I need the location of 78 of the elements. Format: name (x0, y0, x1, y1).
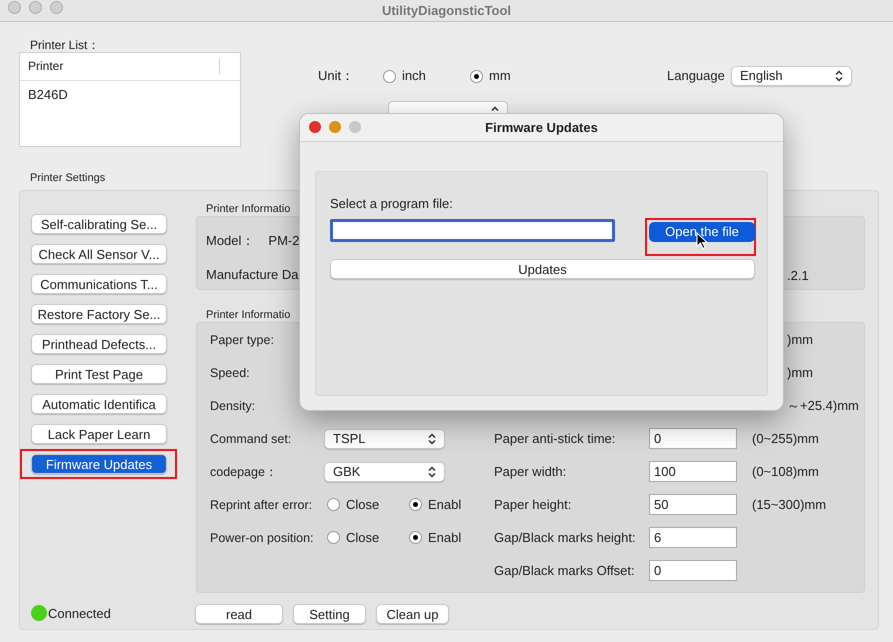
field-label: Language (667, 67, 726, 86)
field-label: Reprint after error: (210, 498, 312, 512)
field-label: Power-on position: (210, 530, 314, 545)
group-label: Printer Informatio (206, 202, 290, 216)
action-button[interactable]: Setting (293, 604, 366, 624)
field-label: Paper type: (210, 332, 274, 347)
window-title: Firmware Updates (485, 118, 598, 137)
field-label: Density: (210, 398, 256, 413)
field-label: Manufacture Da (206, 266, 298, 284)
range-hint: (15~300)mm (752, 496, 826, 512)
input-field[interactable]: 0 (649, 428, 737, 449)
input-field[interactable]: 100 (649, 461, 737, 482)
table-cell[interactable]: B246D (28, 85, 240, 104)
window-control[interactable] (309, 121, 321, 133)
input-field[interactable]: 50 (649, 494, 737, 515)
field-label: Gap/Black marks Offset: (494, 562, 635, 578)
open-file-button[interactable]: Open the file (649, 222, 755, 242)
input-field[interactable]: 6 (649, 527, 737, 548)
field-label: Unit： (318, 67, 356, 86)
input-field[interactable]: 0 (649, 560, 737, 581)
action-button[interactable]: Restore Factory Se... (31, 304, 167, 324)
window-control[interactable] (8, 1, 21, 14)
action-button[interactable]: Clean up (376, 604, 449, 624)
window-control[interactable] (329, 121, 341, 133)
range-hint: ～+25.4)mm (787, 398, 859, 413)
chevron-icon (428, 466, 436, 478)
field-label: Command set: (210, 432, 292, 446)
field-label: Paper height: (494, 496, 572, 512)
window-title: UtilityDiagonsticTool (382, 2, 512, 20)
section-label: Printer Settings (30, 174, 106, 182)
action-button[interactable]: Lack Paper Learn (31, 424, 167, 444)
range-hint: (0~108)mm (752, 464, 819, 479)
range-hint: )mm (787, 364, 813, 380)
chevron-icon (835, 70, 843, 82)
update-button[interactable]: Updates (330, 259, 755, 279)
field-label: Speed: (210, 366, 250, 380)
action-button[interactable]: Print Test Page (31, 364, 167, 384)
radio-button[interactable] (409, 531, 422, 544)
field-label: Gap/Black marks height: (494, 530, 636, 545)
option-label: Enabl (428, 496, 462, 514)
radio-button[interactable] (383, 70, 396, 82)
window-control[interactable] (50, 1, 63, 14)
input-field[interactable] (330, 218, 615, 242)
range-hint: )mm (787, 332, 813, 347)
dropdown[interactable]: GBK (324, 462, 445, 482)
field-label: codepage： (210, 464, 278, 479)
dropdown[interactable]: English (731, 66, 852, 86)
range-hint: (0~255)mm (752, 430, 819, 446)
chevron-icon (491, 106, 499, 111)
field-label: Paper anti-stick time: (494, 430, 616, 446)
action-button[interactable]: Printhead Defects... (31, 334, 167, 354)
action-button[interactable]: Communications T... (31, 274, 167, 294)
group-label: Printer Informatio (206, 308, 290, 322)
chevron-icon (428, 432, 436, 444)
column-header[interactable]: Printer (28, 59, 220, 74)
status-label: Connected (48, 604, 111, 622)
action-button[interactable]: read (195, 604, 283, 624)
window-control[interactable] (29, 1, 42, 14)
action-button[interactable]: Self-calibrating Se... (31, 214, 167, 234)
field-label: Select a program file: (330, 195, 454, 210)
field-value: .2.1 (787, 267, 809, 285)
section-label: Printer List： (30, 37, 100, 52)
option-label: inch (402, 67, 426, 86)
radio-button[interactable] (327, 531, 340, 544)
action-button[interactable]: Firmware Updates (31, 454, 167, 474)
option-label: Close (346, 528, 380, 547)
option-label: mm (489, 67, 511, 86)
field-value: PM-2 (268, 232, 300, 250)
action-button[interactable]: Check All Sensor V... (31, 244, 167, 264)
option-label: Close (346, 496, 380, 514)
radio-button[interactable] (327, 498, 340, 511)
action-button[interactable]: Automatic Identifica (31, 394, 167, 414)
option-label: Enabl (428, 528, 462, 547)
field-label: Paper width: (494, 464, 566, 479)
dropdown[interactable]: TSPL (324, 428, 445, 448)
radio-button[interactable] (409, 498, 422, 511)
field-label: Model： (206, 232, 254, 250)
radio-button[interactable] (470, 70, 483, 82)
